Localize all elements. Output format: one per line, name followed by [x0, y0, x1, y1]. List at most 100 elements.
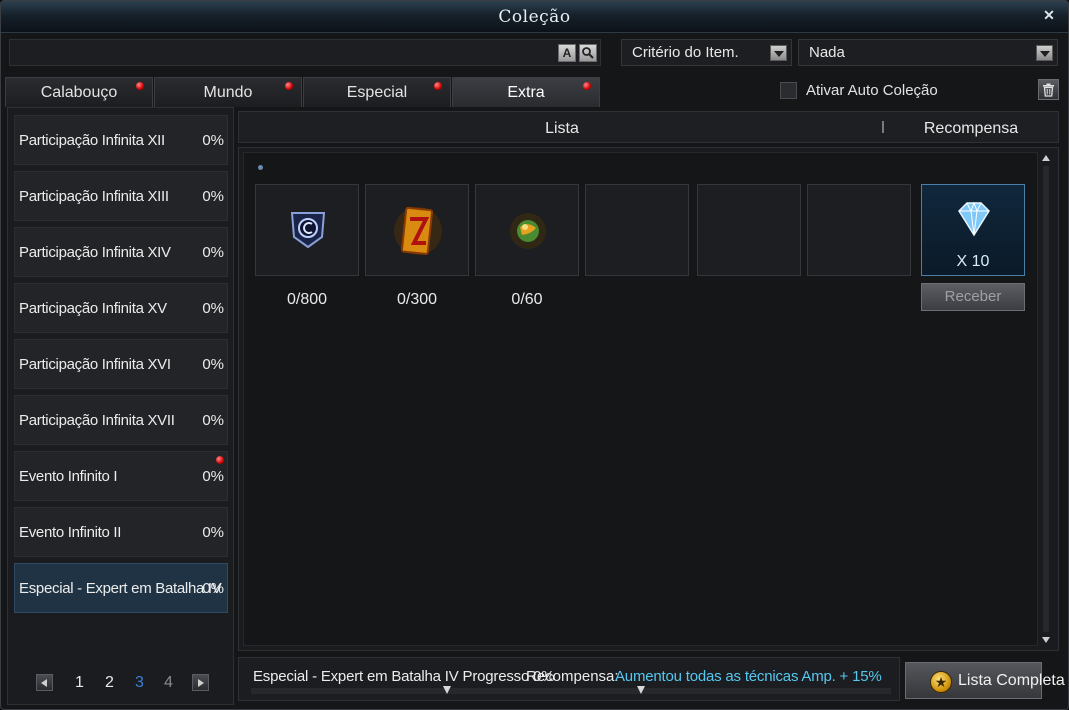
- list-item[interactable]: Participação Infinita XV 0%: [14, 283, 228, 333]
- alert-dot-icon: [583, 82, 591, 90]
- progress-text: Especial - Expert em Batalha IV Progress…: [253, 668, 555, 685]
- font-a-button[interactable]: A: [558, 44, 576, 62]
- alert-dot-icon: [136, 82, 144, 90]
- reward-label: Recompensa:: [526, 668, 619, 685]
- criteria-value: Critério do Item.: [632, 44, 739, 61]
- list-header: Lista Recompensa: [238, 111, 1059, 143]
- item-count: 0/800: [286, 291, 328, 308]
- list-item[interactable]: Evento Infinito II 0%: [14, 507, 228, 557]
- list-column-header: Lista: [545, 120, 579, 137]
- item-slot[interactable]: [475, 184, 579, 276]
- reward-column-header: Recompensa: [923, 120, 1019, 137]
- auto-collection-checkbox[interactable]: [780, 82, 797, 99]
- tab-calabouco[interactable]: Calabouço: [5, 77, 153, 107]
- tab-extra[interactable]: Extra: [452, 77, 600, 107]
- indicator-dot-icon: [258, 165, 263, 170]
- vertical-scrollbar[interactable]: [1040, 152, 1052, 646]
- collection-list: Participação Infinita XII 0% Participaçã…: [7, 107, 234, 705]
- badge-icon: [290, 212, 326, 249]
- page-1[interactable]: 1: [75, 674, 84, 692]
- scroll-down-icon[interactable]: [1042, 637, 1050, 643]
- collection-percent: 0%: [202, 524, 224, 541]
- close-icon[interactable]: ✕: [1042, 7, 1056, 23]
- item-slot[interactable]: [807, 184, 911, 276]
- list-item[interactable]: Participação Infinita XVI 0%: [14, 339, 228, 389]
- tab-label: Calabouço: [40, 84, 118, 101]
- page-4[interactable]: 4: [164, 674, 173, 692]
- alert-dot-icon: [434, 82, 442, 90]
- receive-button[interactable]: Receber: [921, 283, 1025, 311]
- collection-percent: 0%: [202, 356, 224, 373]
- items-area: 0/800 0/300 0/60 X 10 Receber: [243, 152, 1038, 646]
- pagination: 1 2 3 4: [8, 672, 233, 696]
- collection-percent: 0%: [202, 132, 224, 149]
- collection-percent: 0%: [202, 412, 224, 429]
- trash-icon[interactable]: [1038, 79, 1059, 100]
- tab-label: Extra: [507, 84, 545, 101]
- list-item[interactable]: Evento Infinito I 0%: [14, 451, 228, 501]
- marker-icon: [637, 686, 645, 694]
- list-item[interactable]: Participação Infinita XIV 0%: [14, 227, 228, 277]
- alert-dot-icon: [285, 82, 293, 90]
- collection-window: Coleção ✕ A Critério do Item. Nada Calab…: [0, 0, 1069, 710]
- collection-detail: 0/800 0/300 0/60 X 10 Receber: [238, 147, 1059, 651]
- magnifier-icon[interactable]: [579, 44, 597, 62]
- collection-percent: 0%: [202, 188, 224, 205]
- scroll-up-icon[interactable]: [1042, 155, 1050, 161]
- auto-collection-label: Ativar Auto Coleção: [806, 82, 938, 99]
- tab-especial[interactable]: Especial: [303, 77, 451, 107]
- chevron-down-icon[interactable]: [770, 45, 787, 61]
- collection-name: Especial - Expert em Batalha IV: [19, 580, 222, 597]
- progress-bar: Especial - Expert em Batalha IV Progress…: [238, 657, 900, 701]
- item-slot[interactable]: [255, 184, 359, 276]
- list-item[interactable]: Participação Infinita XVII 0%: [14, 395, 228, 445]
- filter-dropdown[interactable]: Nada: [798, 39, 1058, 66]
- diamond-icon: [958, 201, 990, 237]
- title-bar[interactable]: Coleção ✕: [1, 1, 1068, 33]
- item-slot[interactable]: [365, 184, 469, 276]
- item-count: 0/60: [511, 291, 543, 308]
- column-separator: [882, 121, 884, 133]
- window-title: Coleção: [498, 7, 571, 27]
- chevron-down-icon[interactable]: [1036, 45, 1053, 61]
- list-item[interactable]: Especial - Expert em Batalha IV 0%: [14, 563, 228, 613]
- page-2[interactable]: 2: [105, 674, 114, 692]
- reward-quantity: X 10: [956, 253, 990, 270]
- star-icon: ★: [930, 671, 952, 693]
- collection-name: Participação Infinita XIV: [19, 244, 171, 261]
- tab-mundo[interactable]: Mundo: [154, 77, 302, 107]
- search-input[interactable]: [14, 43, 544, 62]
- item-count: 0/300: [396, 291, 438, 308]
- scroll-track[interactable]: [1043, 166, 1049, 632]
- full-list-button[interactable]: ★ Lista Completa: [905, 662, 1065, 699]
- collection-name: Participação Infinita XVI: [19, 356, 171, 373]
- chevron-right-icon[interactable]: [192, 674, 209, 691]
- collection-percent: 0%: [202, 580, 224, 597]
- marker-icon: [443, 686, 451, 694]
- collection-name: Evento Infinito I: [19, 468, 118, 485]
- reward-slot[interactable]: X 10: [921, 184, 1025, 276]
- list-item[interactable]: Participação Infinita XIII 0%: [14, 171, 228, 221]
- collection-percent: 0%: [202, 300, 224, 317]
- collection-percent: 0%: [202, 468, 224, 485]
- item-slot[interactable]: [585, 184, 689, 276]
- horizontal-scrollbar[interactable]: [251, 688, 891, 694]
- alert-dot-icon: [216, 456, 224, 464]
- criteria-dropdown[interactable]: Critério do Item.: [621, 39, 792, 66]
- tab-label: Especial: [346, 84, 408, 101]
- collection-percent: 0%: [202, 244, 224, 261]
- scroll-icon: [394, 206, 442, 255]
- chevron-left-icon[interactable]: [36, 674, 53, 691]
- tab-label: Mundo: [203, 84, 253, 101]
- search-field[interactable]: A: [9, 39, 601, 66]
- collection-name: Participação Infinita XVII: [19, 412, 175, 429]
- collection-name: Participação Infinita XIII: [19, 188, 169, 205]
- page-3[interactable]: 3: [135, 674, 144, 692]
- item-slot[interactable]: [697, 184, 801, 276]
- collection-name: Evento Infinito II: [19, 524, 122, 541]
- collection-name: Participação Infinita XII: [19, 132, 165, 149]
- reward-description: Aumentou todas as técnicas Amp. + 15%: [615, 668, 882, 685]
- list-item[interactable]: Participação Infinita XII 0%: [14, 115, 228, 165]
- gem-orb-icon: [510, 213, 546, 249]
- full-list-label: Lista Completa: [958, 672, 1065, 689]
